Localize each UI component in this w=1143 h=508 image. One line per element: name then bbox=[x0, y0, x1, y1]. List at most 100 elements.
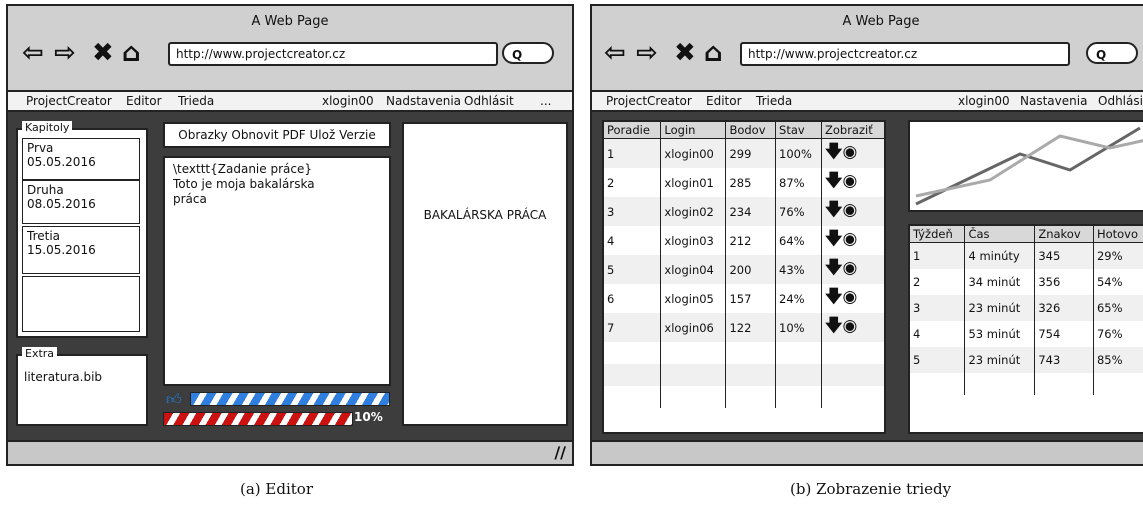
download-arrow-icon[interactable]: 🡇 bbox=[825, 142, 842, 162]
menu-trieda[interactable]: Trieda bbox=[178, 92, 214, 110]
editor-line: práca bbox=[173, 192, 207, 206]
table-row[interactable]: 1 xlogin00 299 100% 🡇◉ bbox=[604, 138, 884, 168]
url-field[interactable]: http://www.projectcreator.cz bbox=[168, 42, 498, 66]
table-cell: 299 bbox=[725, 138, 776, 168]
table-row[interactable]: 2 34 minút 356 54% bbox=[910, 269, 1143, 295]
table-cell: 23 minút bbox=[964, 295, 1035, 321]
download-arrow-icon[interactable]: 🡇 bbox=[825, 171, 842, 191]
eye-icon[interactable]: ◉ bbox=[842, 171, 857, 191]
caption-b: (b) Zobrazenie triedy bbox=[790, 480, 952, 498]
eye-icon[interactable]: ◉ bbox=[842, 258, 857, 278]
menu-more[interactable]: ... bbox=[540, 92, 551, 110]
pdf-preview: BAKALÁRSKA PRÁCA bbox=[402, 122, 568, 426]
extra-file[interactable]: literatura.bib bbox=[24, 370, 102, 384]
chapter-item-empty[interactable] bbox=[22, 276, 140, 332]
home-icon[interactable]: ⌂ bbox=[704, 40, 723, 66]
col-header[interactable]: Zobraziť bbox=[820, 122, 884, 139]
view-actions: 🡇◉ bbox=[820, 313, 884, 342]
download-arrow-icon[interactable]: 🡇 bbox=[825, 287, 842, 307]
editor-toolbar[interactable]: Obrazky Obnovit PDF Ulož Verzie bbox=[163, 122, 391, 148]
chapter-item[interactable]: Prva 05.05.2016 bbox=[22, 138, 140, 180]
menu-projectcreator[interactable]: ProjectCreator bbox=[26, 92, 112, 110]
col-header[interactable]: Poradie bbox=[604, 122, 661, 139]
table-cell: 6 bbox=[607, 291, 615, 306]
search-icon[interactable]: Q bbox=[502, 42, 554, 64]
table-row[interactable]: 7 xlogin06 122 10% 🡇◉ bbox=[604, 313, 884, 342]
table-cell: xlogin03 bbox=[660, 226, 726, 255]
eye-icon[interactable]: ◉ bbox=[842, 229, 857, 249]
forward-arrow-icon[interactable]: ⇨ bbox=[54, 40, 76, 66]
eye-icon[interactable]: ◉ bbox=[842, 316, 857, 336]
col-header[interactable]: Čas bbox=[964, 226, 1035, 243]
table-row[interactable]: 4 xlogin03 212 64% 🡇◉ bbox=[604, 226, 884, 255]
back-arrow-icon[interactable]: ⇦ bbox=[604, 40, 626, 66]
table-cell: 1 bbox=[604, 138, 661, 168]
table-cell: 285 bbox=[725, 168, 776, 197]
col-header[interactable]: Login bbox=[660, 122, 726, 139]
table-cell: 200 bbox=[725, 255, 776, 284]
url-field[interactable]: http://www.projectcreator.cz bbox=[740, 42, 1070, 66]
table-cell: xlogin05 bbox=[660, 284, 726, 313]
eye-icon[interactable]: ◉ bbox=[842, 200, 857, 220]
download-arrow-icon[interactable]: 🡇 bbox=[825, 316, 842, 336]
thumbs-up-icon[interactable]: 👍︎ bbox=[166, 390, 182, 409]
eye-icon[interactable]: ◉ bbox=[842, 287, 857, 307]
table-row[interactable] bbox=[604, 364, 884, 386]
editor-textarea[interactable]: \texttt{Zadanie práce} Toto je moja baka… bbox=[163, 156, 391, 386]
empty-cell bbox=[725, 364, 776, 386]
table-row[interactable]: 6 xlogin05 157 24% 🡇◉ bbox=[604, 284, 884, 313]
menu-trieda[interactable]: Trieda bbox=[756, 92, 792, 110]
table-row[interactable] bbox=[604, 342, 884, 364]
menu-settings[interactable]: Nastavenia bbox=[1020, 92, 1087, 110]
eye-icon[interactable]: ◉ bbox=[842, 142, 857, 162]
download-arrow-icon[interactable]: 🡇 bbox=[825, 229, 842, 249]
chapter-item[interactable]: Druha 08.05.2016 bbox=[22, 180, 140, 224]
menu-settings[interactable]: Nadstavenia bbox=[386, 92, 461, 110]
table-cell: 85% bbox=[1092, 347, 1143, 373]
col-header[interactable]: Bodov bbox=[725, 122, 776, 139]
table-row[interactable]: 4 53 minút 754 76% bbox=[910, 321, 1143, 347]
menu-user[interactable]: xlogin00 bbox=[958, 92, 1010, 110]
resize-grip-icon[interactable]: ∕∕ bbox=[554, 443, 566, 462]
col-header[interactable]: Týždeň bbox=[910, 226, 965, 243]
col-header[interactable]: Stav bbox=[775, 122, 822, 139]
table-cell: 24% bbox=[775, 284, 822, 313]
download-arrow-icon[interactable]: 🡇 bbox=[825, 200, 842, 220]
download-arrow-icon[interactable]: 🡇 bbox=[825, 258, 842, 278]
close-icon[interactable]: ✖ bbox=[92, 40, 114, 66]
menu-logout[interactable]: Odhlásit bbox=[1098, 92, 1143, 110]
table-row[interactable] bbox=[910, 373, 1143, 395]
table-cell: 345 bbox=[1034, 242, 1094, 269]
menu-logout[interactable]: Odhlásit bbox=[464, 92, 514, 110]
close-icon[interactable]: ✖ bbox=[674, 40, 696, 66]
home-icon[interactable]: ⌂ bbox=[122, 40, 141, 66]
table-row[interactable]: 5 23 minút 743 85% bbox=[910, 347, 1143, 373]
menu-editor[interactable]: Editor bbox=[126, 92, 162, 110]
forward-arrow-icon[interactable]: ⇨ bbox=[636, 40, 658, 66]
table-row[interactable]: 3 23 minút 326 65% bbox=[910, 295, 1143, 321]
menu-projectcreator[interactable]: ProjectCreator bbox=[606, 92, 692, 110]
empty-cell bbox=[910, 373, 965, 395]
table-cell: xlogin00 bbox=[660, 138, 726, 168]
search-icon[interactable]: Q bbox=[1086, 42, 1138, 64]
empty-cell bbox=[604, 386, 661, 408]
caption-a: (a) Editor bbox=[240, 480, 313, 498]
table-cell: 3 bbox=[604, 197, 661, 226]
col-header[interactable]: Znakov bbox=[1034, 226, 1094, 243]
menu-bar: ProjectCreator Editor Trieda xlogin00 Na… bbox=[8, 92, 572, 112]
table-row[interactable]: 2 xlogin01 285 87% 🡇◉ bbox=[604, 168, 884, 197]
empty-cell bbox=[820, 364, 884, 386]
table-row[interactable] bbox=[604, 386, 884, 408]
table-row[interactable]: 14 minúty 345 29% bbox=[910, 242, 1143, 269]
table-row[interactable]: 3 xlogin02 234 76% 🡇◉ bbox=[604, 197, 884, 226]
menu-user[interactable]: xlogin00 bbox=[322, 92, 374, 110]
col-header[interactable]: Hotovo bbox=[1092, 226, 1143, 243]
chapter-item[interactable]: Tretia 15.05.2016 bbox=[22, 226, 140, 274]
chapters-panel: Kapitoly Prva 05.05.2016 Druha 08.05.201… bbox=[16, 121, 148, 338]
empty-cell bbox=[964, 373, 1035, 395]
empty-cell bbox=[604, 342, 661, 364]
table-row[interactable]: 5 xlogin04 200 43% 🡇◉ bbox=[604, 255, 884, 284]
class-window: A Web Page ⇦ ⇨ ✖ ⌂ http://www.projectcre… bbox=[590, 4, 1143, 466]
menu-editor[interactable]: Editor bbox=[706, 92, 742, 110]
back-arrow-icon[interactable]: ⇦ bbox=[22, 40, 44, 66]
